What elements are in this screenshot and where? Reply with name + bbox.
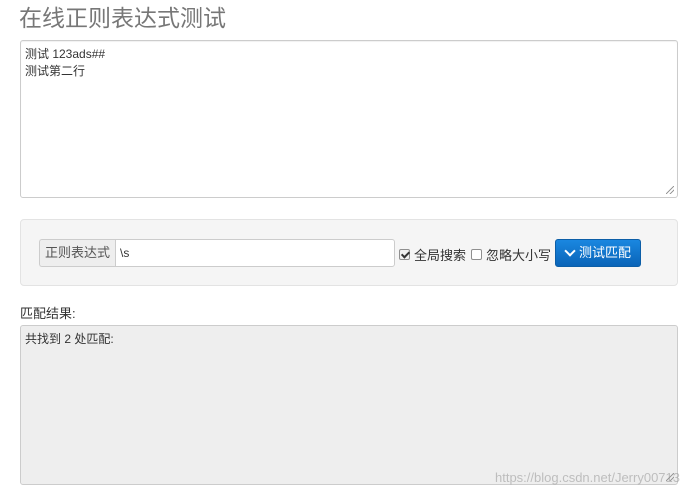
global-search-label: 全局搜索: [414, 248, 467, 263]
page-title: 在线正则表达式测试: [19, 5, 226, 31]
regex-control-panel: 正则表达式 全局搜索 忽略大小写 测试匹配: [20, 219, 678, 286]
result-text: 共找到 2 处匹配:: [25, 332, 114, 346]
global-search-checkbox[interactable]: [399, 249, 410, 260]
watermark: https://blog.csdn.net/Jerry00713: [494, 470, 680, 485]
test-match-button-label: 测试匹配: [579, 245, 632, 260]
regex-input-group: 正则表达式: [39, 239, 396, 267]
global-search-option[interactable]: 全局搜索: [399, 245, 466, 264]
source-text-area[interactable]: 测试 123ads## 测试第二行: [20, 40, 678, 198]
source-resize-handle[interactable]: [666, 186, 676, 196]
result-area: 共找到 2 处匹配:: [20, 325, 678, 485]
test-match-button[interactable]: 测试匹配: [555, 239, 642, 267]
ignore-case-option[interactable]: 忽略大小写: [471, 245, 551, 264]
regex-label: 正则表达式: [39, 239, 116, 267]
regex-test-page: 在线正则表达式测试 测试 123ads## 测试第二行 正则表达式 全局搜索 忽…: [0, 0, 688, 494]
ignore-case-label: 忽略大小写: [486, 248, 552, 263]
chevron-down-icon: [564, 245, 576, 257]
ignore-case-checkbox[interactable]: [471, 249, 482, 260]
result-label: 匹配结果:: [20, 306, 76, 321]
regex-input[interactable]: [115, 239, 396, 267]
